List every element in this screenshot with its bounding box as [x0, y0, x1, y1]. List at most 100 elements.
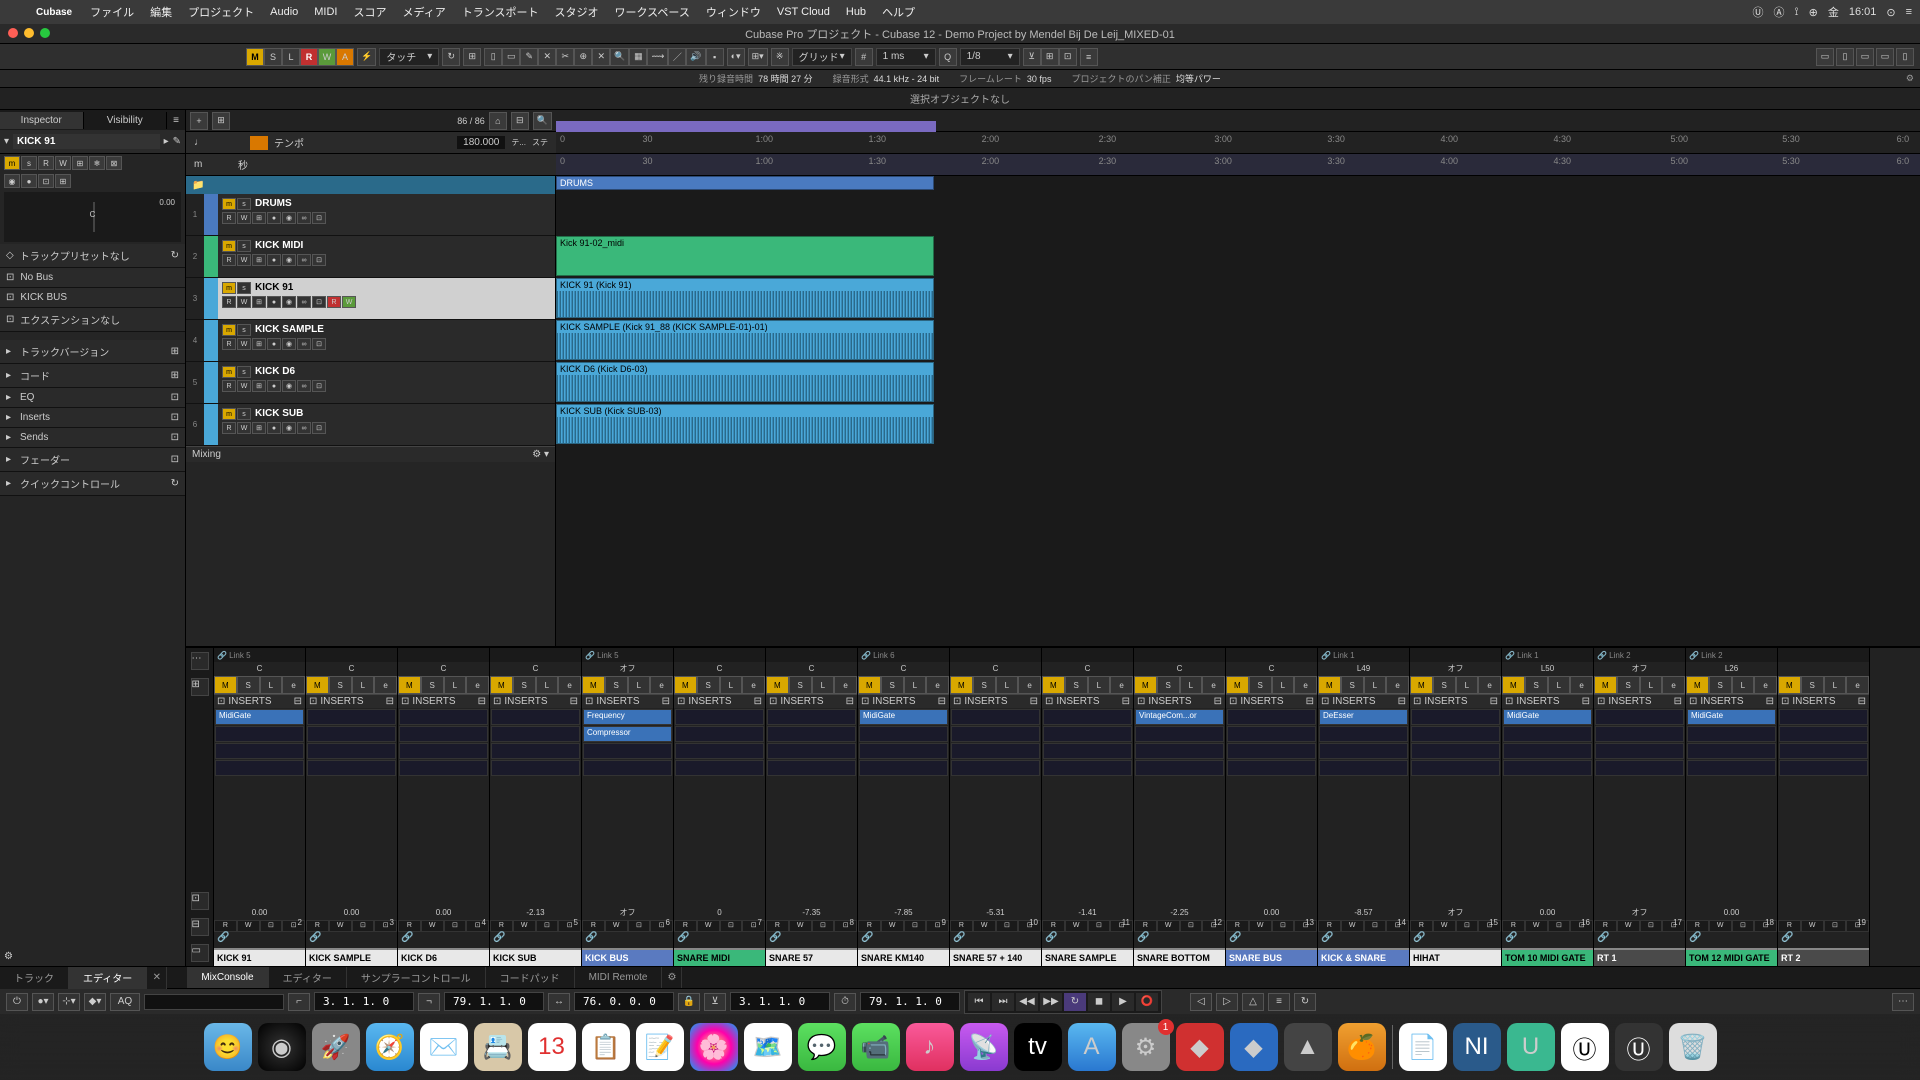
channel-pan[interactable] — [1778, 662, 1869, 676]
ch-edit[interactable]: e — [558, 676, 581, 694]
menu-edit[interactable]: 編集 — [142, 4, 180, 20]
dock-messages-icon[interactable]: 💬 — [798, 1023, 846, 1071]
channel-volume[interactable]: 0.00 — [1502, 906, 1593, 920]
ch-listen[interactable]: L — [1824, 676, 1847, 694]
lowtab-close-icon[interactable]: ✕ — [147, 967, 167, 989]
channel-name[interactable]: KICK & SNARE — [1318, 948, 1409, 966]
ch-solo[interactable]: S — [1157, 676, 1180, 694]
insert-slot-empty[interactable] — [1779, 709, 1868, 725]
tp-count-icon[interactable]: ≡ — [1268, 993, 1290, 1011]
lowtab-sampler[interactable]: サンプラーコントロール — [347, 967, 486, 988]
channel-volume[interactable]: 0.00 — [306, 906, 397, 920]
ch-edit[interactable]: e — [1478, 676, 1501, 694]
ch-mute[interactable]: M — [1686, 676, 1709, 694]
track-row[interactable]: 5 msKICK D6 RW⊞●◉∞⊡ — [186, 362, 555, 404]
dock-siri-icon[interactable]: ◉ — [258, 1023, 306, 1071]
tool-zoom-icon[interactable]: 🔍 — [610, 48, 629, 66]
tp-position-secondary[interactable]: 79. 1. 1. 0 — [860, 992, 960, 1011]
ch-solo[interactable]: S — [973, 676, 996, 694]
channel-pan[interactable]: C — [1042, 662, 1133, 676]
channel-pan[interactable]: C — [490, 662, 581, 676]
ch-listen[interactable]: L — [1732, 676, 1755, 694]
insert-slot-empty[interactable] — [1687, 726, 1776, 742]
ch-solo[interactable]: S — [1709, 676, 1732, 694]
insp-other2[interactable]: ⊞ — [55, 174, 71, 188]
insert-slot-empty[interactable] — [491, 743, 580, 759]
insert-slot-empty[interactable] — [951, 760, 1040, 776]
dock-maps-icon[interactable]: 🗺️ — [744, 1023, 792, 1071]
dock-reminders-icon[interactable]: 📋 — [582, 1023, 630, 1071]
tool-comp-icon[interactable]: ▦ — [629, 48, 647, 66]
ch-listen[interactable]: L — [1364, 676, 1387, 694]
tp-record-icon[interactable]: ⭕ — [1136, 993, 1158, 1011]
insert-slot-empty[interactable] — [1411, 743, 1500, 759]
dock-flstudio-icon[interactable]: 🍊 — [1338, 1023, 1386, 1071]
ch-listen[interactable]: L — [1548, 676, 1571, 694]
layout-1-icon[interactable]: ▭ — [1816, 48, 1834, 66]
ch-mute[interactable]: M — [582, 676, 605, 694]
channel-volume[interactable]: オフ — [1410, 906, 1501, 920]
status-icon-a[interactable]: Ⓐ — [1774, 4, 1785, 20]
track-row[interactable]: 2 msKICK MIDI RW⊞●◉∞⊡ — [186, 236, 555, 278]
insert-slot-empty[interactable] — [583, 760, 672, 776]
insert-slot-empty[interactable] — [215, 726, 304, 742]
ch-read[interactable]: R — [1410, 920, 1433, 932]
maximize-button[interactable] — [40, 28, 50, 38]
ch-read[interactable]: R — [1594, 920, 1617, 932]
channel-pan[interactable]: C — [1134, 662, 1225, 676]
insp-lane[interactable]: ⊞ — [72, 156, 88, 170]
insert-slot-empty[interactable] — [1503, 743, 1592, 759]
ch-edit[interactable]: e — [1110, 676, 1133, 694]
ch-write[interactable]: W — [329, 920, 352, 932]
tp-rec-mode-icon[interactable]: ●▾ — [32, 993, 54, 1011]
ch-edit[interactable]: e — [466, 676, 489, 694]
tool-play-icon[interactable]: 🔊 — [686, 48, 705, 66]
channel-volume[interactable]: -2.25 — [1134, 906, 1225, 920]
insert-slot-empty[interactable] — [1595, 760, 1684, 776]
insert-slot[interactable]: MidiGate — [859, 709, 948, 725]
tool-mute-icon[interactable]: ✕ — [592, 48, 610, 66]
lowtab-chordpad[interactable]: コードパッド — [486, 967, 575, 988]
ch-listen[interactable]: L — [1180, 676, 1203, 694]
dock-mail-icon[interactable]: ✉️ — [420, 1023, 468, 1071]
tp-rewind-icon[interactable]: ⏮ — [968, 993, 990, 1011]
dock-podcasts-icon[interactable]: 📡 — [960, 1023, 1008, 1071]
ch-edit[interactable]: e — [1018, 676, 1041, 694]
ch-listen[interactable]: L — [1272, 676, 1295, 694]
insert-slot-empty[interactable] — [1227, 726, 1316, 742]
ch-edit[interactable]: e — [1386, 676, 1409, 694]
ch-edit[interactable]: e — [1570, 676, 1593, 694]
insp-solo[interactable]: s — [21, 156, 37, 170]
link-icon[interactable]: 🔗 — [861, 932, 873, 943]
tempo-track-button[interactable] — [250, 136, 268, 150]
ch-write[interactable]: W — [1249, 920, 1272, 932]
ch-read[interactable]: R — [1042, 920, 1065, 932]
insert-slot-empty[interactable] — [675, 760, 764, 776]
menu-workspace[interactable]: ワークスペース — [607, 4, 698, 20]
ruler-seconds[interactable]: 301:001:302:002:303:003:304:004:305:005:… — [556, 154, 1920, 175]
ch-mute[interactable]: M — [1410, 676, 1433, 694]
ch-listen[interactable]: L — [536, 676, 559, 694]
channel-volume[interactable]: オフ — [582, 906, 673, 920]
channel-volume[interactable]: 0.00 — [398, 906, 489, 920]
insert-slot-empty[interactable] — [1043, 760, 1132, 776]
status-icon-u[interactable]: Ⓤ — [1753, 4, 1764, 20]
channel-name[interactable]: SNARE SAMPLE — [1042, 948, 1133, 966]
ch-listen[interactable]: L — [1640, 676, 1663, 694]
ch-solo[interactable]: S — [1433, 676, 1456, 694]
read-button[interactable]: R — [300, 48, 318, 66]
event-audio[interactable]: KICK D6 (Kick D6-03) — [556, 362, 934, 402]
status-icon-input[interactable]: 金 — [1828, 4, 1839, 20]
inspector-track-name[interactable]: KICK 91 — [13, 134, 160, 149]
ch-listen[interactable]: L — [444, 676, 467, 694]
tool-color-icon[interactable]: ▪ — [706, 48, 724, 66]
insp-section-trackversion[interactable]: ▸トラックバージョン⊞ — [0, 340, 185, 364]
channel-pan[interactable]: C — [306, 662, 397, 676]
dock-facetime-icon[interactable]: 📹 — [852, 1023, 900, 1071]
link-icon[interactable]: 🔗 — [1689, 932, 1701, 943]
channel-volume[interactable]: -1.41 — [1042, 906, 1133, 920]
insert-slot-empty[interactable] — [307, 709, 396, 725]
add-track-icon[interactable]: + — [190, 112, 208, 130]
insert-slot-empty[interactable] — [491, 709, 580, 725]
menu-window[interactable]: ウィンドウ — [698, 4, 769, 20]
